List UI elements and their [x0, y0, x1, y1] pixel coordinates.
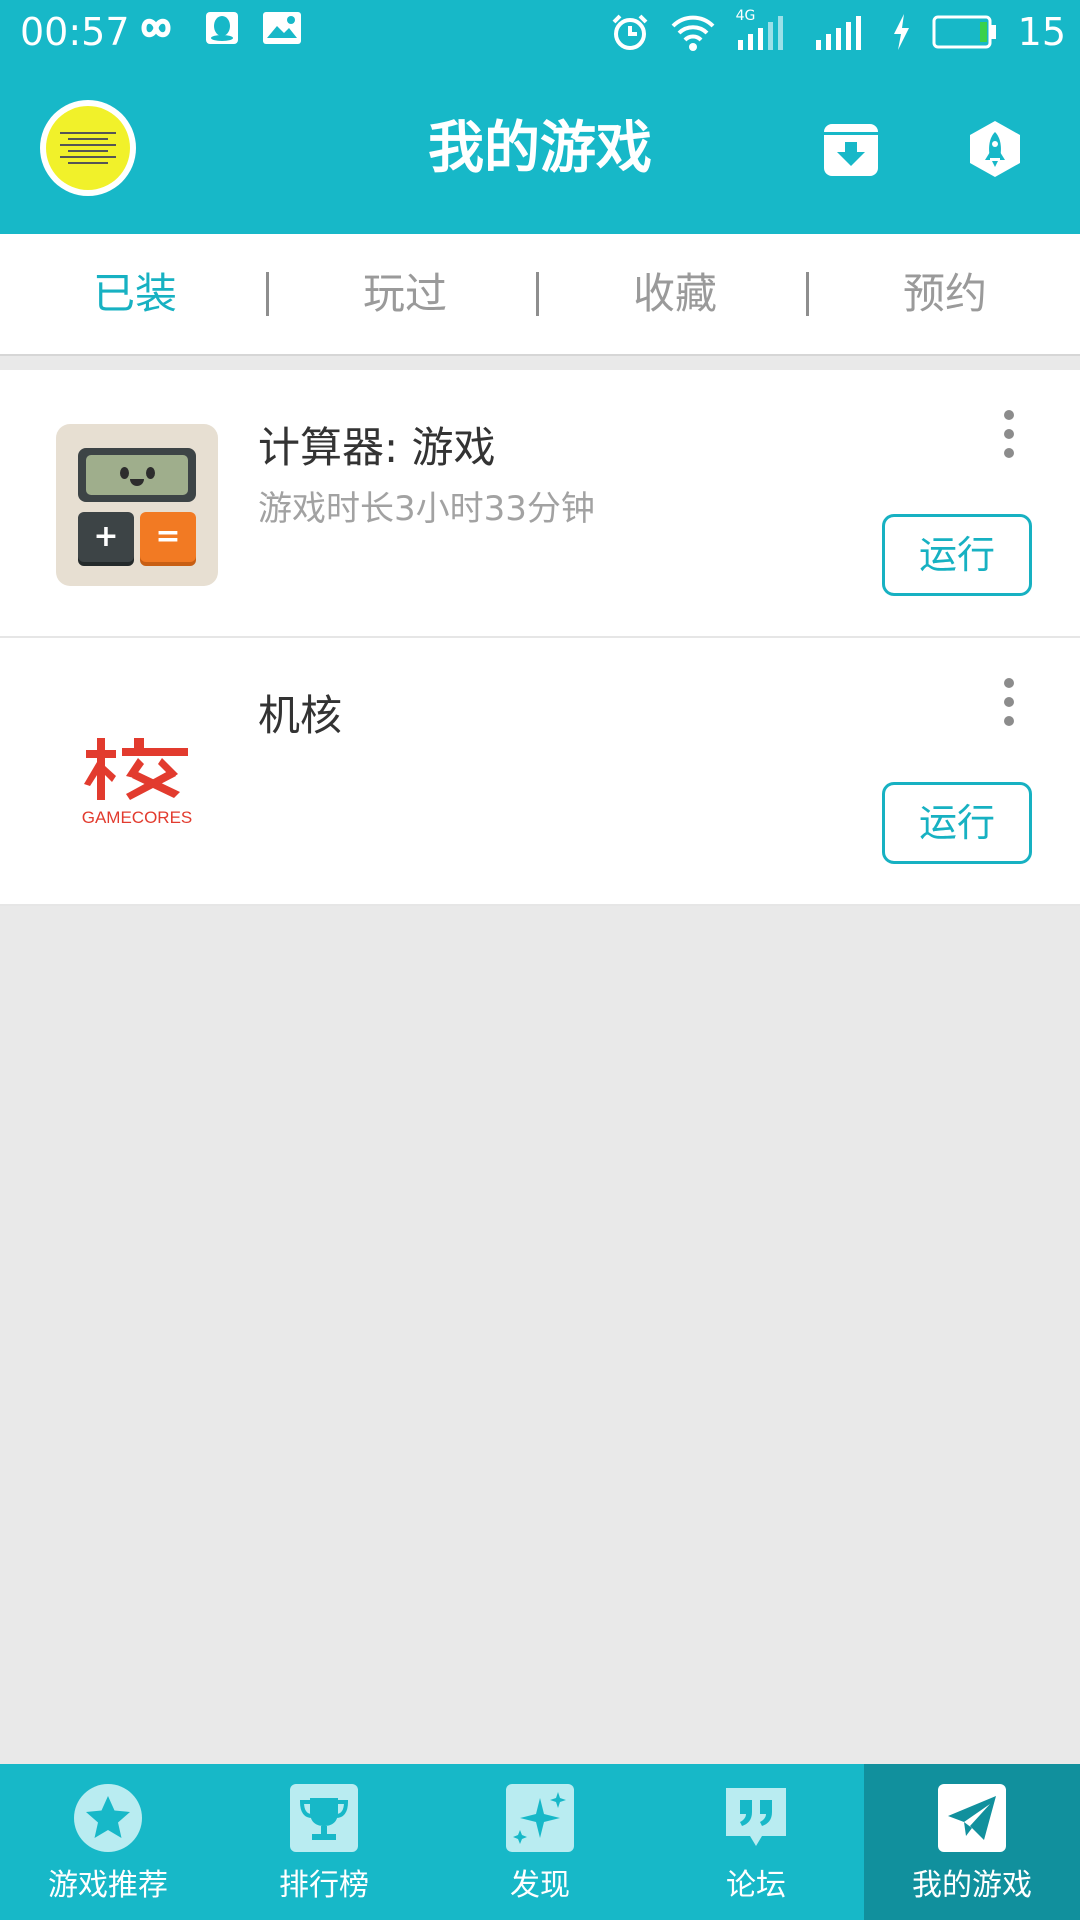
trophy-icon — [290, 1784, 358, 1852]
status-time: 00:57 — [20, 10, 130, 54]
signal-icon — [815, 16, 861, 50]
nav-item-ranking[interactable]: 排行榜 — [216, 1764, 432, 1920]
infinity-icon — [141, 18, 171, 38]
tab-divider — [266, 272, 269, 316]
rocket-icon — [970, 121, 1020, 177]
gamecores-wordmark: GAMECORES — [81, 808, 193, 827]
more-options-button[interactable] — [994, 404, 1024, 464]
game-item[interactable]: + = 计算器: 游戏 游戏时长3小时33分钟 运行 — [0, 370, 1080, 638]
download-manager-button[interactable] — [822, 120, 880, 178]
tab-played[interactable]: 玩过 — [270, 234, 540, 354]
tab-reservations[interactable]: 预约 — [810, 234, 1080, 354]
game-list: + = 计算器: 游戏 游戏时长3小时33分钟 运行 GAMECORES 机核 … — [0, 370, 1080, 906]
status-right-icons: 4G 15 — [610, 8, 1066, 56]
nav-item-recommended[interactable]: 游戏推荐 — [0, 1764, 216, 1920]
game-playtime: 游戏时长3小时33分钟 — [258, 489, 595, 529]
app-header: 我的游戏 — [0, 64, 1080, 234]
nav-label: 我的游戏 — [912, 1868, 1032, 1903]
status-bar: 00:57 4G 15 — [0, 0, 1080, 64]
nav-item-discover[interactable]: 发现 — [432, 1764, 648, 1920]
tab-installed[interactable]: 已装 — [0, 234, 270, 354]
game-name: 计算器: 游戏 — [258, 423, 496, 472]
nav-label: 排行榜 — [279, 1868, 369, 1903]
speed-up-button[interactable] — [966, 120, 1024, 178]
page-title: 我的游戏 — [428, 116, 652, 181]
battery-icon — [932, 15, 996, 49]
game-item[interactable]: GAMECORES 机核 运行 — [0, 638, 1080, 906]
tab-favorites[interactable]: 收藏 — [540, 234, 810, 354]
nav-label: 论坛 — [726, 1868, 786, 1903]
battery-level: 15 — [1017, 10, 1066, 54]
run-button[interactable]: 运行 — [882, 514, 1032, 596]
gamecores-logo-mark — [84, 738, 188, 800]
calculator-game-icon: + = — [56, 424, 218, 586]
paper-plane-icon — [938, 1784, 1006, 1852]
charging-icon — [893, 14, 909, 50]
status-left-icons — [130, 10, 302, 46]
download-box-icon — [824, 124, 878, 176]
alarm-icon — [612, 14, 648, 50]
wifi-icon — [671, 15, 715, 51]
image-icon — [263, 12, 301, 44]
gamecores-icon: GAMECORES — [56, 692, 218, 854]
nav-item-my-games[interactable]: 我的游戏 — [864, 1764, 1080, 1920]
signal-4g-icon: 4G — [736, 8, 794, 52]
run-button[interactable]: 运行 — [882, 782, 1032, 864]
star-icon — [74, 1784, 142, 1852]
more-options-button[interactable] — [994, 672, 1024, 732]
qq-icon — [206, 12, 238, 44]
tab-divider — [806, 272, 809, 316]
bottom-nav: 游戏推荐 排行榜 发现 论坛 我的游戏 — [0, 1764, 1080, 1920]
nav-label: 发现 — [510, 1868, 570, 1903]
nav-label: 游戏推荐 — [48, 1868, 168, 1903]
quote-icon — [726, 1788, 786, 1846]
nav-item-forum[interactable]: 论坛 — [648, 1764, 864, 1920]
game-name: 机核 — [258, 691, 343, 740]
tab-divider — [536, 272, 539, 316]
tab-bar: 已装 玩过 收藏 预约 — [0, 234, 1080, 356]
sparkle-icon — [506, 1784, 574, 1852]
